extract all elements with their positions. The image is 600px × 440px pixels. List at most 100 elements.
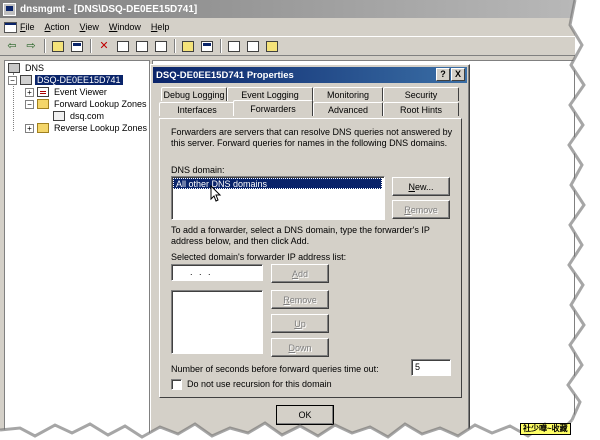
add-instruction: To add a forwarder, select a DNS domain,… bbox=[171, 225, 430, 246]
menu-help-label: Help bbox=[150, 22, 170, 32]
timeout-label: Number of seconds before forward queries… bbox=[171, 364, 379, 374]
console-tree: DNS − DSQ-DE0EE15D741 + Event Viewer − F… bbox=[4, 60, 150, 440]
tree-label: DSQ-DE0EE15D741 bbox=[35, 75, 123, 85]
remove-button[interactable]: Remove bbox=[271, 290, 329, 309]
export-icon[interactable] bbox=[153, 38, 169, 54]
ok-button[interactable]: OK bbox=[276, 405, 334, 425]
event-viewer-icon bbox=[37, 87, 49, 97]
tab-label: Security bbox=[404, 89, 438, 100]
new-button-label: New... bbox=[408, 181, 434, 192]
menu-file[interactable]: File bbox=[4, 21, 35, 33]
toolbar: ⇦ ⇨ ✕ bbox=[0, 36, 575, 56]
action-icon[interactable] bbox=[199, 38, 215, 54]
no-recursion-checkbox[interactable] bbox=[171, 379, 182, 390]
collapse-icon[interactable]: − bbox=[8, 75, 17, 85]
tree-item-dns[interactable]: DNS bbox=[8, 62, 46, 74]
folder-icon bbox=[37, 99, 49, 109]
ip-address-dots: . . . bbox=[190, 267, 213, 277]
window-titlebar[interactable]: dnsmgmt - [DNS\DSQ-DE0EE15D741] bbox=[0, 0, 575, 18]
tab-label: Debug Logging bbox=[163, 89, 225, 100]
timeout-field[interactable]: 5 bbox=[411, 359, 451, 376]
close-button[interactable]: X bbox=[451, 68, 465, 81]
tab-label: Advanced bbox=[327, 104, 369, 115]
tab-security[interactable]: Security bbox=[383, 87, 459, 101]
tab-event-logging[interactable]: Event Logging bbox=[227, 87, 313, 101]
timeout-value: 5 bbox=[415, 362, 421, 372]
up-folder-icon[interactable] bbox=[50, 38, 66, 54]
menu-view-label: View bbox=[79, 22, 99, 32]
tab-forwarders[interactable]: Forwarders bbox=[233, 100, 313, 116]
server-icon bbox=[20, 75, 32, 85]
toolbar-separator bbox=[174, 39, 176, 53]
menu-action[interactable]: Action bbox=[45, 22, 70, 32]
down-button[interactable]: Down bbox=[271, 338, 329, 357]
ip-list-label: Selected domain's forwarder IP address l… bbox=[171, 252, 347, 262]
tree-item-zone[interactable]: dsq.com bbox=[53, 110, 106, 122]
toolbar-separator bbox=[220, 39, 222, 53]
menu-file-label: File bbox=[20, 22, 35, 32]
window-menu-icon[interactable] bbox=[4, 21, 17, 33]
delete-icon[interactable]: ✕ bbox=[96, 38, 112, 54]
dns-domain-list[interactable]: All other DNS domains bbox=[171, 176, 385, 220]
collapse-icon[interactable]: − bbox=[25, 99, 34, 109]
zone-icon bbox=[53, 111, 65, 121]
refresh-icon[interactable] bbox=[134, 38, 150, 54]
tree-item-reverse-zones[interactable]: + Reverse Lookup Zones bbox=[25, 122, 149, 134]
tab-root-hints[interactable]: Root Hints bbox=[383, 102, 459, 116]
down-button-label: Down bbox=[288, 342, 312, 353]
new-zone-icon[interactable] bbox=[264, 38, 280, 54]
new-button[interactable]: New... bbox=[392, 177, 450, 196]
forwarder-ip-list[interactable] bbox=[171, 290, 263, 354]
tab-monitoring[interactable]: Monitoring bbox=[313, 87, 383, 101]
tab-advanced[interactable]: Advanced bbox=[313, 102, 383, 116]
show-tree-icon[interactable] bbox=[69, 38, 85, 54]
toolbar-separator bbox=[90, 39, 92, 53]
tree-item-server[interactable]: − DSQ-DE0EE15D741 bbox=[8, 74, 123, 86]
window-title: dnsmgmt - [DNS\DSQ-DE0EE15D741] bbox=[20, 3, 198, 15]
properties-icon[interactable] bbox=[115, 38, 131, 54]
menu-window[interactable]: Window bbox=[109, 22, 141, 32]
up-button-label: Up bbox=[294, 318, 306, 329]
forward-icon[interactable]: ⇨ bbox=[23, 38, 39, 54]
no-recursion-label: Do not use recursion for this domain bbox=[187, 379, 332, 389]
tree-item-event-viewer[interactable]: + Event Viewer bbox=[25, 86, 109, 98]
help-icon[interactable] bbox=[180, 38, 196, 54]
up-button[interactable]: Up bbox=[271, 314, 329, 333]
dialog-titlebar[interactable]: DSQ-DE0EE15D741 Properties ? X bbox=[153, 67, 467, 83]
tab-debug-logging[interactable]: Debug Logging bbox=[161, 87, 227, 101]
remove-domain-button[interactable]: Remove bbox=[392, 200, 450, 219]
ok-button-label: OK bbox=[298, 410, 312, 420]
tab-interfaces[interactable]: Interfaces bbox=[159, 102, 235, 116]
add-button[interactable]: Add bbox=[271, 264, 329, 283]
tree-label: Event Viewer bbox=[54, 87, 107, 97]
details-icon[interactable] bbox=[245, 38, 261, 54]
dns-domain-item[interactable]: All other DNS domains bbox=[173, 178, 382, 189]
back-icon[interactable]: ⇦ bbox=[4, 38, 20, 54]
forwarders-description: Forwarders are servers that can resolve … bbox=[171, 127, 453, 148]
tab-label: Monitoring bbox=[326, 89, 370, 100]
ip-address-field[interactable]: . . . bbox=[171, 264, 263, 281]
dns-domain-label: DNS domain: bbox=[171, 165, 225, 175]
menu-bar: File Action View Window Help bbox=[0, 18, 575, 36]
dns-icon bbox=[8, 63, 20, 73]
expand-icon[interactable]: + bbox=[25, 87, 34, 97]
help-button[interactable]: ? bbox=[436, 68, 450, 81]
tree-label: Reverse Lookup Zones bbox=[54, 123, 148, 133]
menu-view[interactable]: View bbox=[80, 22, 99, 32]
watermark-label: 社少嘩~收藏 bbox=[520, 423, 571, 435]
expand-icon[interactable]: + bbox=[25, 123, 34, 133]
list-icon[interactable] bbox=[226, 38, 242, 54]
tab-label: Forwarders bbox=[250, 103, 296, 114]
menu-help[interactable]: Help bbox=[151, 22, 170, 32]
tree-label: DNS bbox=[25, 63, 45, 73]
mouse-cursor-icon bbox=[210, 185, 222, 202]
tree-label: Forward Lookup Zones bbox=[54, 99, 147, 109]
tree-label: dsq.com bbox=[70, 111, 105, 121]
tree-item-forward-zones[interactable]: − Forward Lookup Zones bbox=[25, 98, 149, 110]
toolbar-separator bbox=[44, 39, 46, 53]
properties-dialog: DSQ-DE0EE15D741 Properties ? X Debug Log… bbox=[150, 64, 470, 440]
menu-window-label: Window bbox=[108, 22, 141, 32]
mmc-window: dnsmgmt - [DNS\DSQ-DE0EE15D741] File Act… bbox=[0, 0, 575, 440]
tab-label: Root Hints bbox=[399, 104, 443, 115]
dialog-title: DSQ-DE0EE15D741 Properties bbox=[156, 69, 294, 81]
